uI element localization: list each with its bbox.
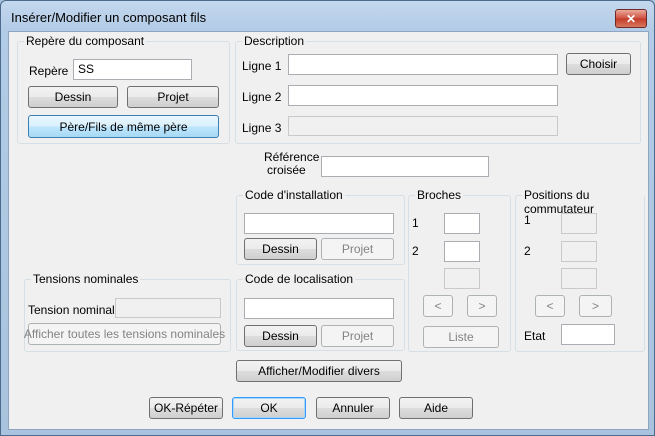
commutateur-row2-label: 2 [524, 244, 531, 258]
pere-fils-button[interactable]: Père/Fils de même père [28, 115, 219, 138]
reference-label-line1: Référence [264, 150, 320, 164]
aide-button[interactable]: Aide [399, 397, 473, 419]
close-button[interactable]: ✕ [615, 9, 647, 28]
ligne3-label: Ligne 3 [242, 121, 282, 135]
repere-dessin-button[interactable]: Dessin [28, 86, 118, 108]
ligne1-input[interactable] [288, 54, 558, 75]
localisation-projet-button: Projet [321, 325, 394, 347]
repere-projet-button[interactable]: Projet [127, 86, 219, 108]
etat-input[interactable] [561, 324, 615, 345]
installation-projet-button: Projet [321, 238, 394, 260]
broches-row2-label: 2 [412, 244, 419, 258]
repere-label: Repère [29, 64, 69, 78]
ok-button[interactable]: OK [232, 397, 306, 419]
etat-label: Etat [524, 329, 546, 343]
broches-row1-label: 1 [412, 216, 419, 230]
broches-input-2[interactable] [444, 241, 480, 262]
installation-group-label: Code d'installation [243, 188, 345, 202]
tension-nominale-input [115, 298, 221, 318]
annuler-button[interactable]: Annuler [316, 397, 390, 419]
commutateur-input-1 [561, 213, 597, 234]
commutateur-input-2 [561, 241, 597, 262]
commutateur-prev-button: < [535, 295, 565, 317]
localisation-dessin-button[interactable]: Dessin [244, 325, 317, 347]
ok-repeter-button[interactable]: OK-Répéter [149, 397, 223, 419]
repere-input[interactable]: SS [73, 59, 192, 80]
reference-input[interactable] [321, 156, 489, 177]
afficher-tensions-button: Afficher toutes les tensions nominales [24, 323, 225, 345]
broches-prev-button: < [423, 295, 453, 317]
dialog-client: Repère du composant Repère SS Dessin Pro… [8, 31, 649, 430]
tensions-group-label: Tensions nominales [31, 272, 141, 286]
commutateur-group-label: Positions du commutateur [522, 188, 644, 216]
localisation-input[interactable] [244, 298, 394, 319]
broches-next-button: > [467, 295, 497, 317]
commutateur-next-button: > [579, 295, 612, 317]
ligne2-input[interactable] [288, 85, 558, 106]
broches-input-3 [444, 268, 480, 289]
choisir-button[interactable]: Choisir [566, 53, 631, 75]
ligne1-label: Ligne 1 [242, 59, 282, 73]
dialog-window: Insérer/Modifier un composant fils ✕ Rep… [0, 0, 655, 436]
afficher-divers-button[interactable]: Afficher/Modifier divers [236, 360, 402, 382]
installation-input[interactable] [244, 213, 394, 234]
localisation-group-label: Code de localisation [243, 272, 356, 286]
broches-group-label: Broches [415, 188, 464, 202]
close-icon: ✕ [625, 11, 637, 26]
ligne3-input [288, 116, 558, 136]
ligne2-label: Ligne 2 [242, 90, 282, 104]
commutateur-input-3 [561, 268, 597, 289]
reference-label-line2: croisée [267, 163, 306, 177]
tension-nominale-label: Tension nominale [28, 303, 122, 317]
broches-liste-button: Liste [423, 326, 499, 348]
commutateur-row1-label: 1 [524, 213, 531, 227]
repere-group-label: Repère du composant [24, 34, 147, 48]
broches-input-1[interactable] [444, 213, 480, 234]
installation-dessin-button[interactable]: Dessin [244, 238, 317, 260]
window-title: Insérer/Modifier un composant fils [11, 10, 207, 25]
description-group-label: Description [242, 34, 307, 48]
